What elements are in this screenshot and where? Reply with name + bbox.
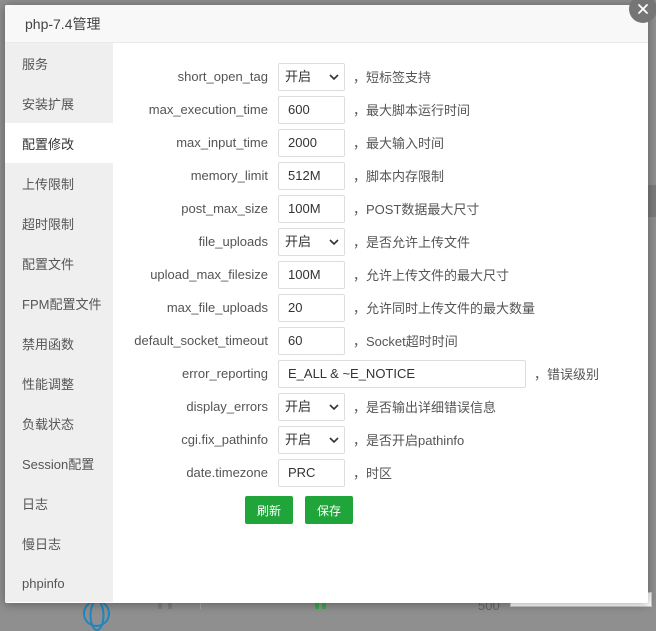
error-reporting-input[interactable]: [278, 360, 526, 388]
sidebar-item-service[interactable]: 服务: [5, 43, 113, 83]
short-open-tag-select[interactable]: 开启: [278, 63, 345, 91]
memory-limit-input[interactable]: [278, 162, 345, 190]
field-label: max_execution_time: [113, 102, 268, 117]
row-short-open-tag: short_open_tag 开启 ，短标签支持: [113, 60, 648, 93]
dialog-title: php-7.4管理: [25, 14, 100, 34]
field-hint: ，POST数据最大尺寸: [353, 199, 479, 218]
row-memory-limit: memory_limit ，脚本内存限制: [113, 159, 648, 192]
field-label: max_file_uploads: [113, 300, 268, 315]
field-hint: ，是否输出详细错误信息: [353, 397, 496, 416]
background-chart-bar: [158, 603, 162, 609]
field-label: post_max_size: [113, 201, 268, 216]
row-date-timezone: date.timezone ，时区: [113, 456, 648, 489]
page-scrollbar-thumb[interactable]: [648, 185, 656, 217]
field-label: upload_max_filesize: [113, 267, 268, 282]
sidebar-item-config-file[interactable]: 配置文件: [5, 243, 113, 283]
config-form: short_open_tag 开启 ，短标签支持 max_execution_t…: [113, 43, 648, 602]
row-error-reporting: error_reporting ，错误级别: [113, 357, 648, 390]
form-actions: 刷新 保存: [113, 496, 648, 524]
row-file-uploads: file_uploads 开启 ，是否允许上传文件: [113, 225, 648, 258]
field-hint: ，错误级别: [534, 364, 599, 383]
sidebar-item-timeout-limit[interactable]: 超时限制: [5, 203, 113, 243]
sidebar-item-config-edit[interactable]: 配置修改: [5, 123, 113, 163]
field-hint: ，是否允许上传文件: [353, 232, 470, 251]
row-max-input-time: max_input_time ，最大输入时间: [113, 126, 648, 159]
field-hint: ，时区: [353, 463, 392, 482]
save-button[interactable]: 保存: [305, 496, 353, 524]
close-icon: [637, 3, 649, 15]
field-hint: ，Socket超时时间: [353, 331, 458, 350]
refresh-button[interactable]: 刷新: [245, 496, 293, 524]
file-uploads-select[interactable]: 开启: [278, 228, 345, 256]
field-label: default_socket_timeout: [113, 333, 268, 348]
field-hint: ，短标签支持: [353, 67, 431, 86]
sidebar-item-phpinfo[interactable]: phpinfo: [5, 563, 113, 602]
max-file-uploads-input[interactable]: [278, 294, 345, 322]
background-divider: [200, 603, 201, 609]
sidebar-item-performance-tuning[interactable]: 性能调整: [5, 363, 113, 403]
date-timezone-input[interactable]: [278, 459, 345, 487]
background-chart-bar: [168, 603, 172, 609]
sidebar-item-load-status[interactable]: 负载状态: [5, 403, 113, 443]
field-label: file_uploads: [113, 234, 268, 249]
field-label: display_errors: [113, 399, 268, 414]
sidebar-item-upload-limit[interactable]: 上传限制: [5, 163, 113, 203]
upload-max-filesize-input[interactable]: [278, 261, 345, 289]
field-hint: ，最大脚本运行时间: [353, 100, 470, 119]
row-max-execution-time: max_execution_time ，最大脚本运行时间: [113, 93, 648, 126]
row-display-errors: display_errors 开启 ，是否输出详细错误信息: [113, 390, 648, 423]
row-default-socket-timeout: default_socket_timeout ，Socket超时时间: [113, 324, 648, 357]
max-execution-time-input[interactable]: [278, 96, 345, 124]
field-hint: ，是否开启pathinfo: [353, 430, 464, 449]
php-manager-dialog: php-7.4管理 服务 安装扩展 配置修改 上传限制 超时限制 配置文件 FP…: [5, 5, 648, 603]
sidebar: 服务 安装扩展 配置修改 上传限制 超时限制 配置文件 FPM配置文件 禁用函数…: [5, 43, 113, 602]
cgi-fix-pathinfo-select[interactable]: 开启: [278, 426, 345, 454]
default-socket-timeout-input[interactable]: [278, 327, 345, 355]
field-hint: ，允许同时上传文件的最大数量: [353, 298, 535, 317]
field-label: short_open_tag: [113, 69, 268, 84]
row-upload-max-filesize: upload_max_filesize ，允许上传文件的最大尺寸: [113, 258, 648, 291]
background-chart-bar-green: [315, 603, 319, 609]
field-hint: ，最大输入时间: [353, 133, 444, 152]
field-hint: ，允许上传文件的最大尺寸: [353, 265, 509, 284]
row-cgi-fix-pathinfo: cgi.fix_pathinfo 开启 ，是否开启pathinfo: [113, 423, 648, 456]
background-globe-icon: [83, 600, 110, 627]
sidebar-item-session-config[interactable]: Session配置: [5, 443, 113, 483]
field-label: memory_limit: [113, 168, 268, 183]
field-label: error_reporting: [113, 366, 268, 381]
sidebar-item-fpm-config-file[interactable]: FPM配置文件: [5, 283, 113, 323]
post-max-size-input[interactable]: [278, 195, 345, 223]
sidebar-item-install-extensions[interactable]: 安装扩展: [5, 83, 113, 123]
sidebar-item-log[interactable]: 日志: [5, 483, 113, 523]
max-input-time-input[interactable]: [278, 129, 345, 157]
display-errors-select[interactable]: 开启: [278, 393, 345, 421]
field-label: date.timezone: [113, 465, 268, 480]
sidebar-item-slow-log[interactable]: 慢日志: [5, 523, 113, 563]
field-hint: ，脚本内存限制: [353, 166, 444, 185]
sidebar-item-disabled-functions[interactable]: 禁用函数: [5, 323, 113, 363]
row-max-file-uploads: max_file_uploads ，允许同时上传文件的最大数量: [113, 291, 648, 324]
background-chart-bar-green: [322, 603, 326, 609]
field-label: cgi.fix_pathinfo: [113, 432, 268, 447]
row-post-max-size: post_max_size ，POST数据最大尺寸: [113, 192, 648, 225]
close-button[interactable]: [629, 0, 656, 23]
field-label: max_input_time: [113, 135, 268, 150]
dialog-titlebar: php-7.4管理: [5, 5, 648, 43]
